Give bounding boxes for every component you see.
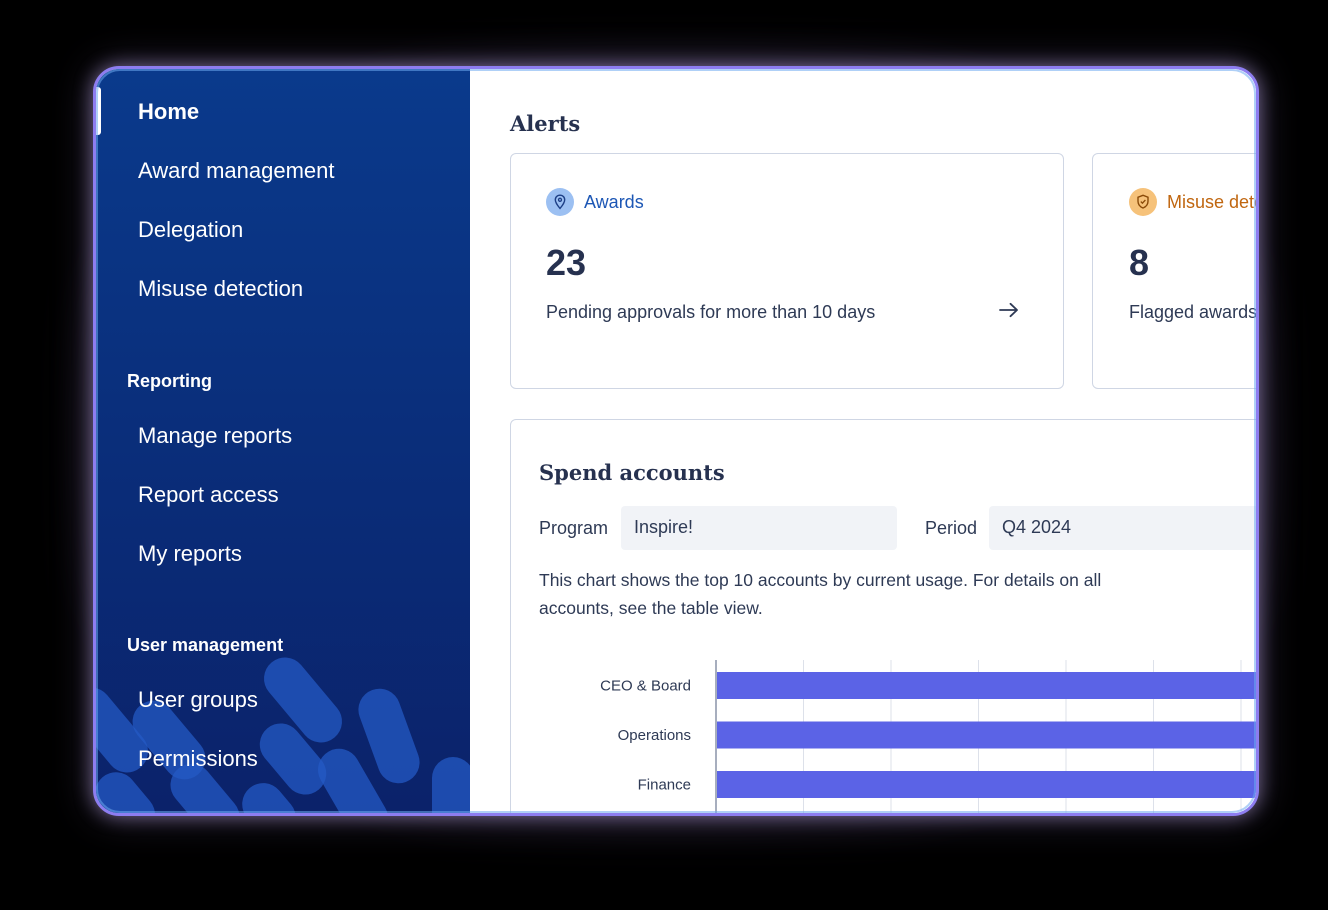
sidebar-item-my-reports[interactable]: My reports [138, 541, 242, 567]
alert-count: 8 [1129, 242, 1150, 283]
sidebar-heading-reporting: Reporting [127, 371, 212, 391]
sidebar-item-user-groups[interactable]: User groups [138, 687, 258, 713]
sidebar-item-home[interactable]: Home [138, 99, 199, 125]
decorative-shape [432, 757, 470, 813]
spend-accounts-title: Spend accounts [539, 460, 725, 485]
period-label: Period [925, 518, 978, 538]
program-label: Program [539, 518, 609, 538]
chart-bar[interactable] [717, 672, 1259, 699]
app-window: Home Award management Delegation Misuse … [93, 66, 1259, 816]
active-indicator [96, 87, 101, 135]
spend-bar-chart: CEO & Board Operations Finance [600, 660, 1259, 813]
chart-description: This chart shows the top 10 accounts by … [539, 570, 1102, 618]
alert-card-label: Misuse dete [1167, 191, 1259, 212]
main-content: Alerts Awards 23 Pending approvals for m… [470, 69, 1256, 813]
shield-icon [1129, 188, 1157, 216]
sidebar-item-delegation[interactable]: Delegation [138, 217, 243, 243]
alert-card-label: Awards [584, 191, 644, 212]
sidebar-item-misuse-detection[interactable]: Misuse detection [138, 276, 303, 302]
chart-category-label: CEO & Board [600, 678, 691, 695]
sidebar-item-permissions[interactable]: Permissions [138, 746, 258, 772]
alert-count: 23 [546, 242, 587, 283]
program-select[interactable]: Inspire! [621, 506, 897, 550]
spend-accounts-panel: Spend accounts Program Inspire! Period Q… [510, 419, 1259, 813]
alert-card-awards[interactable]: Awards 23 Pending approvals for more tha… [510, 153, 1064, 389]
sidebar-item-award-management[interactable]: Award management [138, 158, 335, 184]
sidebar-heading-user-management: User management [127, 635, 284, 655]
sidebar: Home Award management Delegation Misuse … [96, 69, 470, 813]
sidebar-item-manage-reports[interactable]: Manage reports [138, 423, 292, 449]
sidebar-item-report-access[interactable]: Report access [138, 482, 279, 508]
alert-description: Pending approvals for more than 10 days [546, 302, 876, 322]
alert-description: Flagged awards [1129, 302, 1258, 322]
alerts-title: Alerts [510, 111, 581, 136]
location-pin-icon [546, 188, 574, 216]
alert-card-misuse-detection[interactable]: Misuse dete 8 Flagged awards [1092, 153, 1259, 389]
arrow-right-icon[interactable] [999, 302, 1019, 323]
chart-bar[interactable] [717, 771, 1259, 798]
chart-bar[interactable] [717, 721, 1259, 749]
period-select[interactable]: Q4 2024 [989, 506, 1256, 550]
chart-category-label: Operations [618, 727, 691, 744]
chart-category-label: Finance [638, 777, 691, 794]
